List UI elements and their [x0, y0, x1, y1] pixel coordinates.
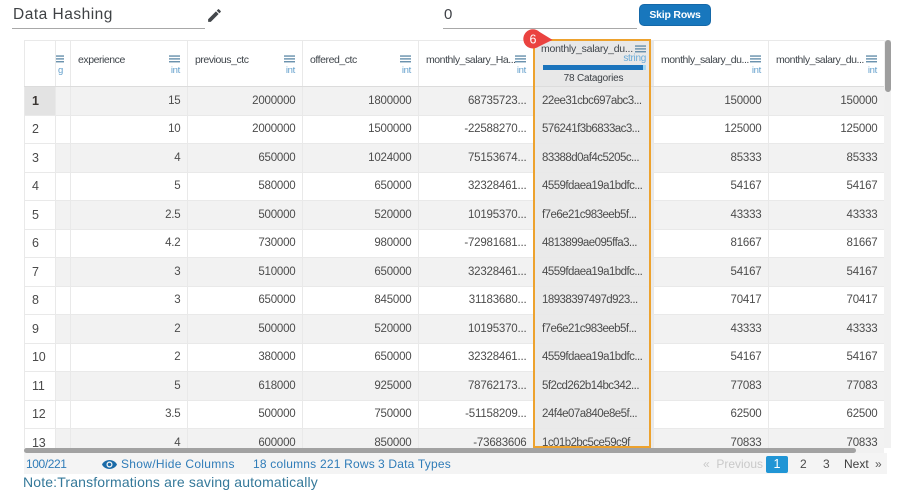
svg-text:6: 6 — [530, 32, 537, 46]
